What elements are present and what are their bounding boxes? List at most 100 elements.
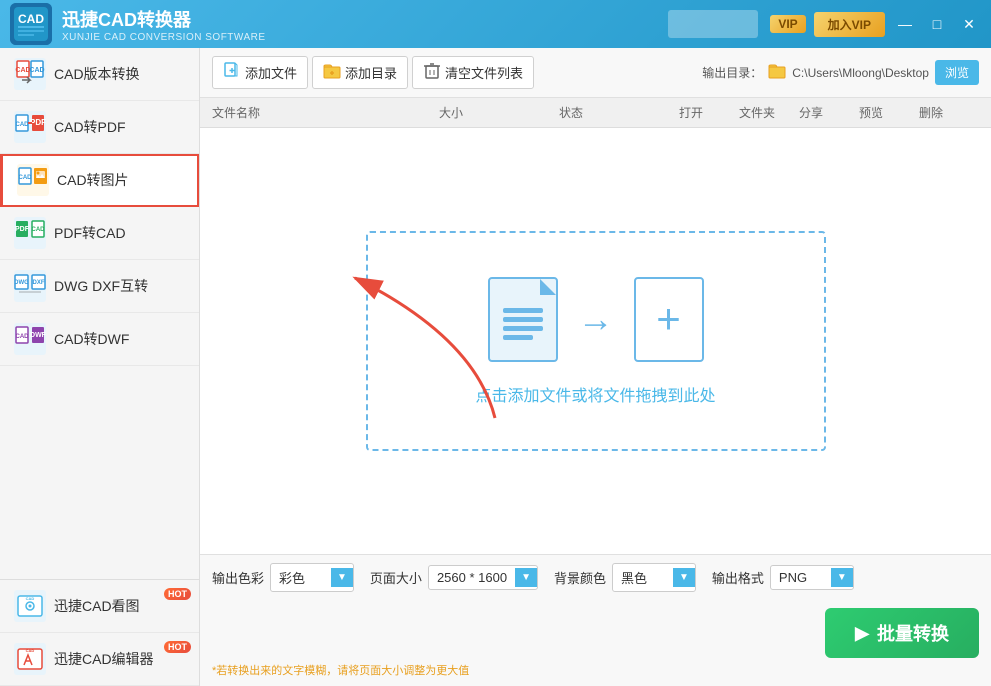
svg-text:CAD: CAD xyxy=(18,12,44,26)
output-dir-group: 输出目录： C:\Users\Mloong\Desktop 浏览 xyxy=(702,60,979,85)
svg-text:DWG: DWG xyxy=(14,280,29,286)
document-icon xyxy=(488,277,558,362)
sidebar-item-pdf-cad[interactable]: PDF CAD PDF转CAD xyxy=(0,207,199,260)
cad-viewer-icon: CAD xyxy=(14,590,46,622)
svg-text:DXF: DXF xyxy=(33,280,45,286)
minimize-button[interactable]: — xyxy=(893,12,917,36)
title-bar: CAD 迅捷CAD转换器 XUNJIE CAD CONVERSION SOFTW… xyxy=(0,0,991,48)
svg-text:CAD: CAD xyxy=(29,67,44,74)
bg-color-value: 黑色 xyxy=(613,564,673,591)
bg-color-label: 背景颜色 xyxy=(554,568,606,587)
format-label: 输出格式 xyxy=(712,568,764,587)
drop-box[interactable]: → + 点击添加文件或将文件拖拽到此处 xyxy=(366,231,826,451)
svg-text:CAD: CAD xyxy=(26,648,35,653)
main-layout: CAD CAD CAD版本转换 CAD PDF CAD转PDF xyxy=(0,48,991,686)
dwg-dxf-icon: DWG DXF xyxy=(14,270,46,302)
convert-button[interactable]: ▶ 批量转换 xyxy=(825,608,979,658)
sidebar-bottom: CAD 迅捷CAD看图 HOT CAD 迅捷CAD编辑器 HOT xyxy=(0,579,199,686)
cad-dwf-icon: CAD DWF xyxy=(14,323,46,355)
format-control: 输出格式 PNG ▼ xyxy=(712,565,854,590)
app-subtitle: XUNJIE CAD CONVERSION SOFTWARE xyxy=(62,32,266,43)
color-control: 输出色彩 彩色 ▼ xyxy=(212,563,354,592)
svg-text:PDF: PDF xyxy=(30,118,46,127)
sidebar-item-cad-editor-label: 迅捷CAD编辑器 xyxy=(54,649,154,669)
output-dir-label: 输出目录： xyxy=(702,64,762,81)
bottom-note: *若转换出来的文字模糊，请将页面大小调整为更大值 xyxy=(212,662,979,678)
svg-text:CAD: CAD xyxy=(19,175,33,181)
svg-text:CAD: CAD xyxy=(15,67,30,74)
cad-img-icon: CAD xyxy=(17,164,49,196)
format-dropdown-icon[interactable]: ▼ xyxy=(831,568,853,587)
clear-list-button[interactable]: 清空文件列表 xyxy=(412,56,534,89)
sidebar-item-cad-img-label: CAD转图片 xyxy=(57,170,129,190)
file-list-header: 文件名称 大小 状态 打开 文件夹 分享 预览 删除 xyxy=(200,98,991,128)
user-avatar xyxy=(668,10,758,38)
color-dropdown-icon[interactable]: ▼ xyxy=(331,568,353,587)
vip-badge: VIP xyxy=(770,15,805,33)
sidebar-item-cad-pdf-label: CAD转PDF xyxy=(54,117,126,137)
toolbar: 添加文件 添加目录 xyxy=(200,48,991,98)
sidebar-item-cad-viewer[interactable]: CAD 迅捷CAD看图 HOT xyxy=(0,580,199,633)
sidebar-item-cad-pdf[interactable]: CAD PDF CAD转PDF xyxy=(0,101,199,154)
add-dir-button[interactable]: 添加目录 xyxy=(312,56,408,89)
bg-color-select[interactable]: 黑色 ▼ xyxy=(612,563,696,592)
sidebar-item-cad-version[interactable]: CAD CAD CAD版本转换 xyxy=(0,48,199,101)
col-name: 文件名称 xyxy=(212,104,439,121)
content-area: 添加文件 添加目录 xyxy=(200,48,991,686)
drop-text[interactable]: 点击添加文件或将文件拖拽到此处 xyxy=(475,382,715,406)
title-right: VIP 加入VIP — □ ✕ xyxy=(668,10,981,38)
output-dir-path: C:\Users\Mloong\Desktop xyxy=(792,66,929,80)
page-size-select[interactable]: 2560 * 1600 ▼ xyxy=(428,565,538,590)
color-label: 输出色彩 xyxy=(212,568,264,587)
svg-text:DWF: DWF xyxy=(30,332,46,339)
add-file-label: 添加文件 xyxy=(245,63,297,82)
page-size-label: 页面大小 xyxy=(370,568,422,587)
plus-box-icon: + xyxy=(634,277,704,362)
clear-list-label: 清空文件列表 xyxy=(445,63,523,82)
sidebar-item-cad-version-label: CAD版本转换 xyxy=(54,64,140,84)
hot-badge-viewer: HOT xyxy=(164,588,191,600)
page-size-control: 页面大小 2560 * 1600 ▼ xyxy=(370,565,538,590)
sidebar-item-dwg-dxf-label: DWG DXF互转 xyxy=(54,276,148,296)
drop-zone[interactable]: → + 点击添加文件或将文件拖拽到此处 xyxy=(200,128,991,554)
sidebar-item-dwg-dxf[interactable]: DWG DXF DWG DXF互转 xyxy=(0,260,199,313)
right-arrow-icon: → xyxy=(578,298,614,340)
doc-lines xyxy=(503,308,543,340)
clear-icon xyxy=(423,62,441,83)
convert-label: 批量转换 xyxy=(877,620,949,646)
join-vip-button[interactable]: 加入VIP xyxy=(814,12,885,37)
col-preview: 预览 xyxy=(859,104,919,121)
sidebar-item-cad-img[interactable]: CAD CAD转图片 xyxy=(0,154,199,207)
col-delete: 删除 xyxy=(919,104,979,121)
bg-color-control: 背景颜色 黑色 ▼ xyxy=(554,563,696,592)
close-button[interactable]: ✕ xyxy=(957,12,981,36)
color-select[interactable]: 彩色 ▼ xyxy=(270,563,354,592)
svg-text:CAD: CAD xyxy=(32,227,46,233)
bottom-controls: 输出色彩 彩色 ▼ 页面大小 2560 * 1600 ▼ 背景颜色 xyxy=(212,563,979,658)
format-value: PNG xyxy=(771,566,831,589)
col-folder: 文件夹 xyxy=(739,104,799,121)
svg-text:PDF: PDF xyxy=(15,226,30,233)
cad-editor-icon: CAD xyxy=(14,643,46,675)
add-file-icon xyxy=(223,62,241,83)
pdf-cad-icon: PDF CAD xyxy=(14,217,46,249)
sidebar-item-cad-dwf-label: CAD转DWF xyxy=(54,329,129,349)
color-value: 彩色 xyxy=(271,564,331,591)
restore-button[interactable]: □ xyxy=(925,12,949,36)
col-open: 打开 xyxy=(679,104,739,121)
convert-play-icon: ▶ xyxy=(855,623,869,644)
browse-button[interactable]: 浏览 xyxy=(935,60,979,85)
col-status: 状态 xyxy=(559,104,679,121)
page-size-dropdown-icon[interactable]: ▼ xyxy=(515,568,537,587)
col-size: 大小 xyxy=(439,104,559,121)
sidebar-item-cad-editor[interactable]: CAD 迅捷CAD编辑器 HOT xyxy=(0,633,199,686)
cad-pdf-icon: CAD PDF xyxy=(14,111,46,143)
sidebar-item-cad-dwf[interactable]: CAD DWF CAD转DWF xyxy=(0,313,199,366)
add-file-button[interactable]: 添加文件 xyxy=(212,56,308,89)
format-select[interactable]: PNG ▼ xyxy=(770,565,854,590)
sidebar-item-pdf-cad-label: PDF转CAD xyxy=(54,223,126,243)
app-title: 迅捷CAD转换器 xyxy=(62,6,266,32)
add-dir-label: 添加目录 xyxy=(345,63,397,82)
bg-color-dropdown-icon[interactable]: ▼ xyxy=(673,568,695,587)
svg-text:CAD: CAD xyxy=(16,334,30,340)
